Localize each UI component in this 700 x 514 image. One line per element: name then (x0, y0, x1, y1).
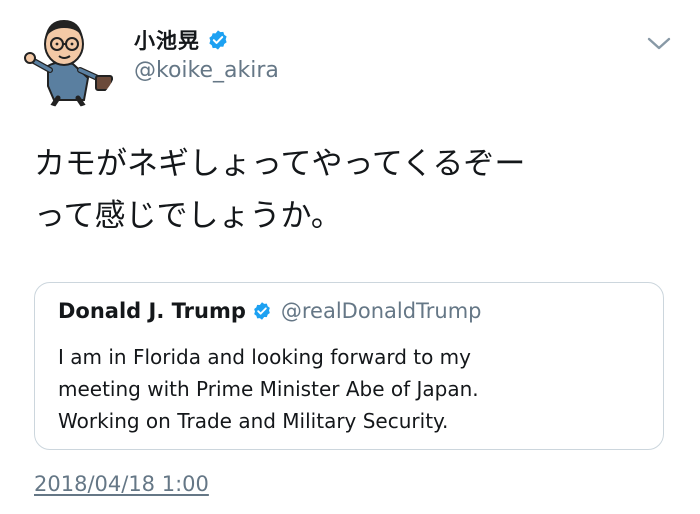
avatar-illustration (24, 20, 113, 108)
tweet-text: カモがネギしょってやってくるぞー って感じでしょうか。 (34, 138, 674, 242)
quoted-tweet-text: I am in Florida and looking forward to m… (58, 341, 648, 437)
quoted-screen-name: @realDonaldTrump (280, 299, 482, 323)
quoted-tweet[interactable]: Donald J. Trump @realDonaldTrump I am in… (34, 282, 664, 450)
display-name-row: 小池晃 (134, 26, 279, 54)
quoted-text-line: I am in Florida and looking forward to m… (58, 345, 471, 369)
tweet: 小池晃 @koike_akira カモがネギしょってやってくるぞー って感じでしょ… (0, 0, 700, 514)
quoted-display-name: Donald J. Trump (58, 299, 246, 323)
verified-badge-icon (254, 302, 270, 320)
display-name[interactable]: 小池晃 (134, 25, 200, 55)
quoted-tweet-header: Donald J. Trump @realDonaldTrump (58, 299, 482, 323)
tweet-timestamp[interactable]: 2018/04/18 1:00 (34, 472, 209, 496)
chevron-down-icon[interactable] (646, 34, 672, 54)
quoted-text-line: Working on Trade and Military Security. (58, 409, 449, 433)
avatar[interactable] (18, 8, 118, 108)
verified-badge-icon (209, 30, 227, 50)
tweet-text-line: って感じでしょうか。 (34, 198, 342, 234)
tweet-text-line: カモがネギしょってやってくるぞー (34, 146, 526, 182)
quoted-text-line: meeting with Prime Minister Abe of Japan… (58, 377, 479, 401)
tweet-author: 小池晃 @koike_akira (134, 26, 279, 83)
screen-name[interactable]: @koike_akira (134, 58, 279, 83)
